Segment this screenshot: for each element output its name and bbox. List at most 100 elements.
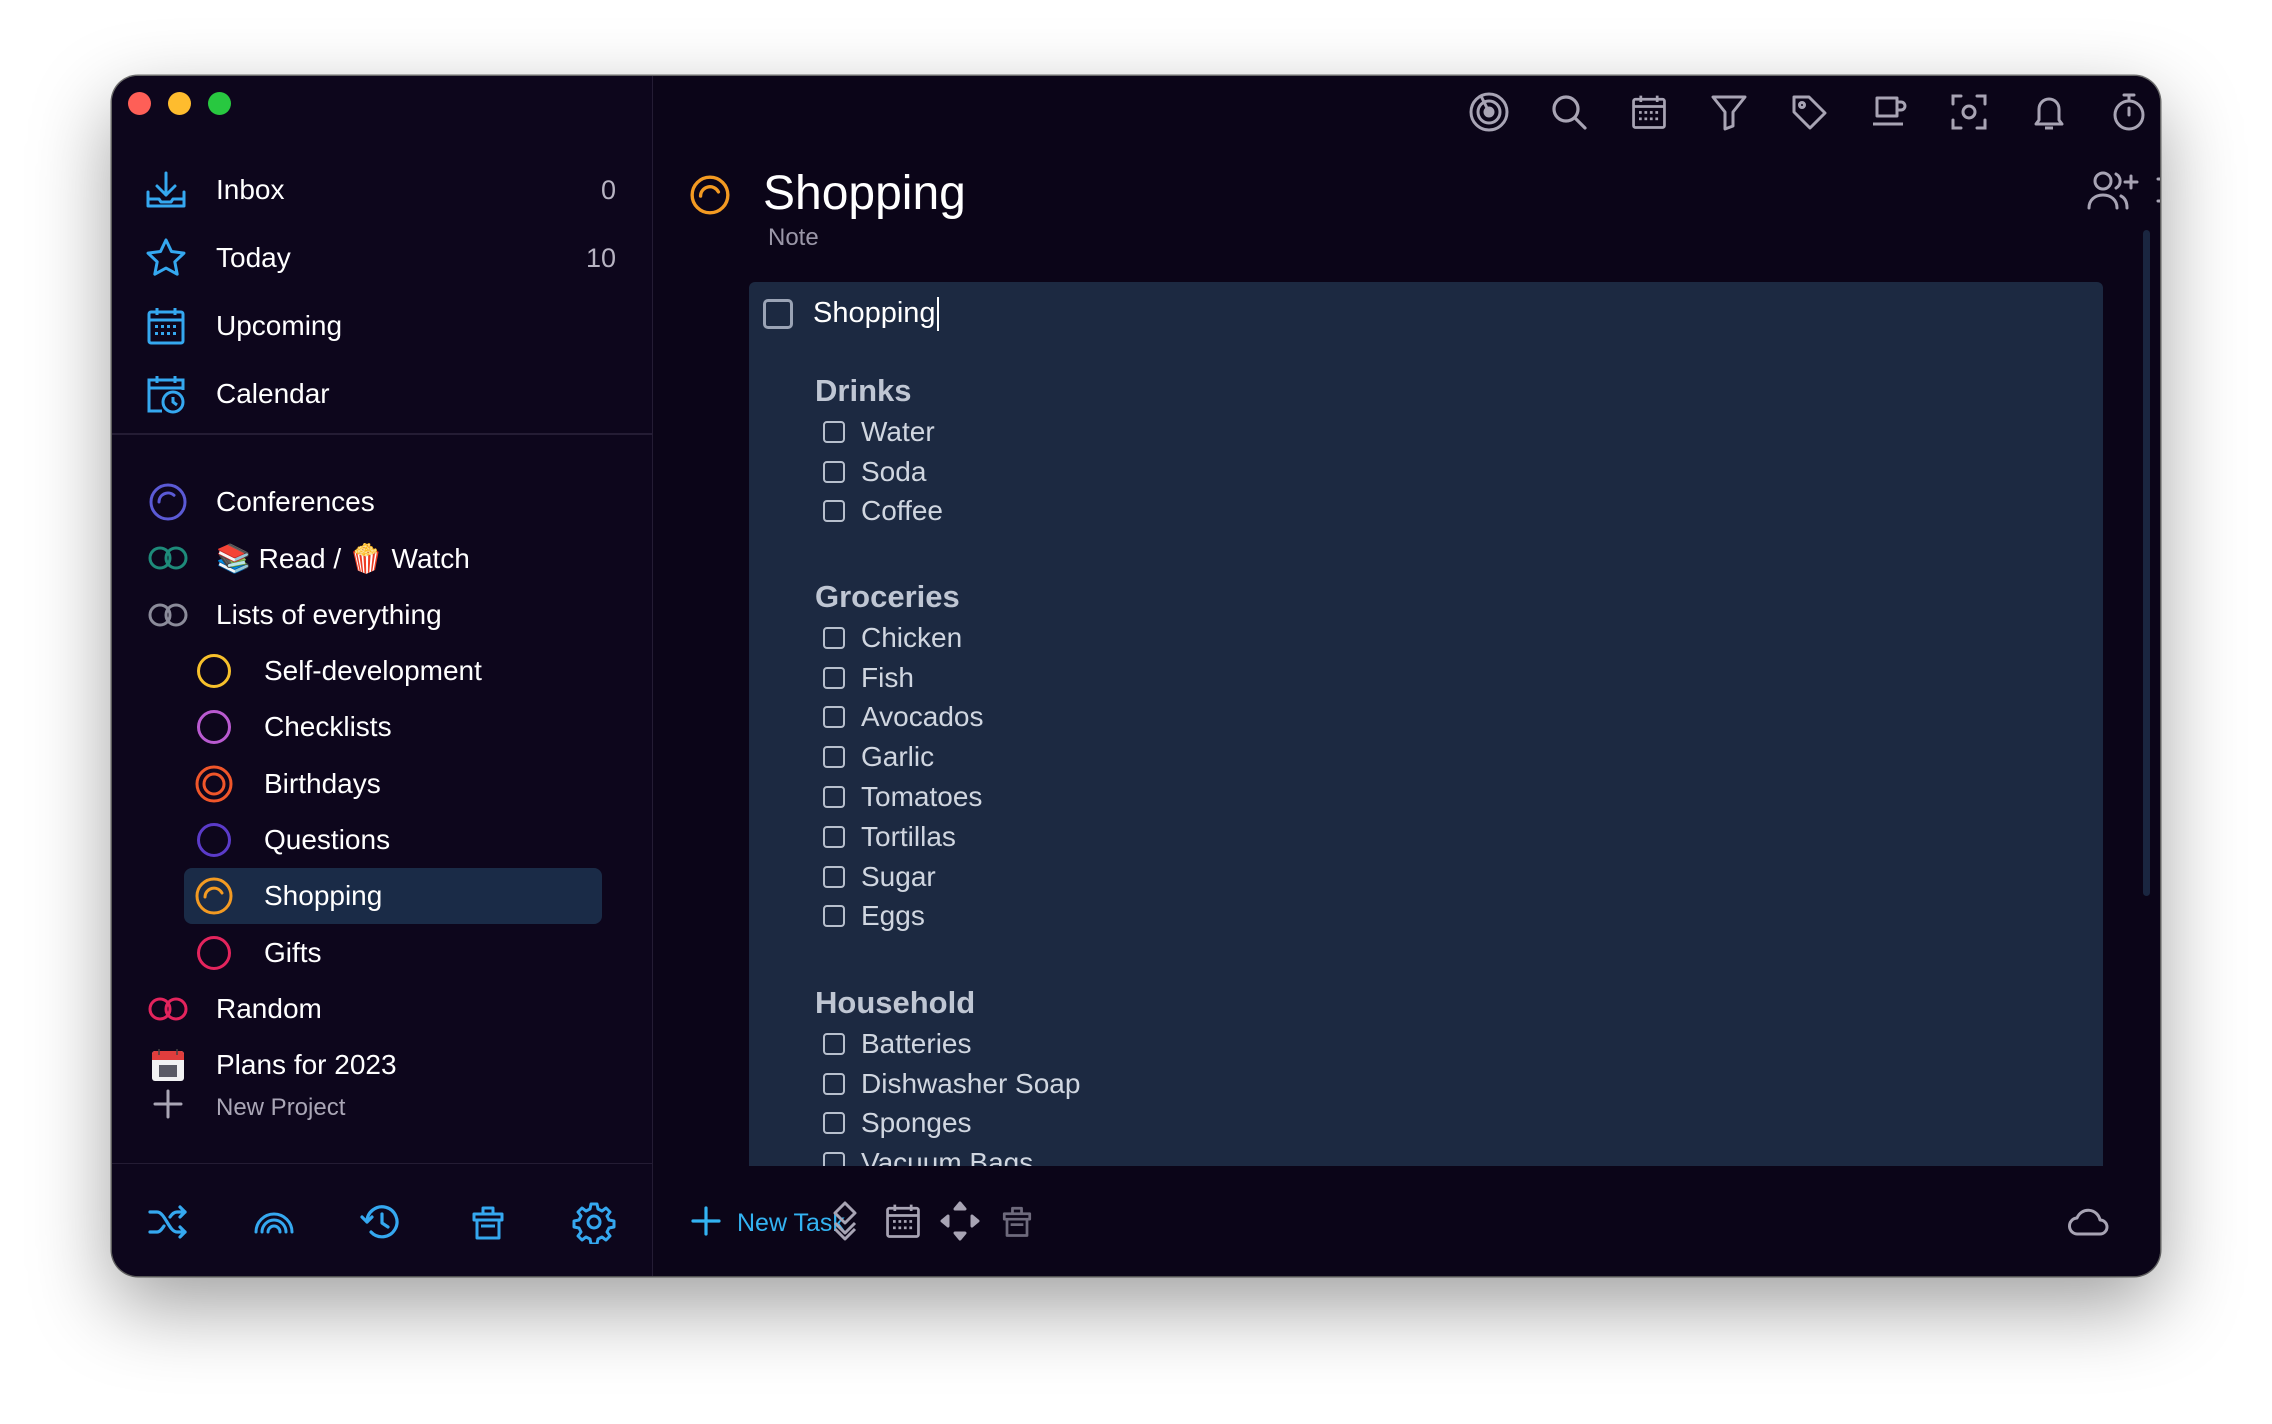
item-checkbox[interactable] — [823, 1072, 845, 1095]
sidebar-item-conferences[interactable]: Conferences — [112, 474, 652, 530]
share-button[interactable] — [2085, 164, 2141, 220]
sidebar-item-label: Random — [216, 992, 322, 1024]
task-checkbox[interactable] — [763, 299, 793, 330]
item-checkbox[interactable] — [823, 865, 845, 888]
sidebar-item-label: Plans for 2023 — [216, 1049, 397, 1081]
item-label: Eggs — [861, 900, 925, 932]
sidebar-item-calendar[interactable]: Calendar — [112, 360, 652, 428]
item-checkbox[interactable] — [823, 905, 845, 928]
close-window-button[interactable] — [128, 92, 151, 115]
plus-icon — [150, 1086, 186, 1127]
scrollbar[interactable] — [2143, 230, 2150, 896]
tags-button[interactable] — [1785, 90, 1833, 138]
checklist-item[interactable]: Batteries — [815, 1024, 1080, 1064]
item-checkbox[interactable] — [823, 500, 845, 523]
checklist-item[interactable]: Sugar — [815, 857, 983, 897]
move-button[interactable] — [936, 1199, 984, 1247]
checklist-item[interactable]: Sponges — [815, 1104, 1080, 1144]
notifications-button[interactable] — [2025, 90, 2073, 138]
task-title[interactable]: Shopping — [813, 297, 939, 332]
trash-button[interactable] — [464, 1200, 512, 1248]
item-checkbox[interactable] — [823, 706, 845, 729]
area-icon — [146, 593, 190, 637]
sidebar-item-today[interactable]: Today 10 — [112, 224, 652, 292]
logbook-button[interactable] — [250, 1200, 298, 1248]
sidebar-item-self-development[interactable]: Self-development — [112, 643, 652, 699]
ring-icon — [192, 931, 236, 975]
page-title[interactable]: Shopping — [763, 166, 966, 221]
sidebar-item-label: Birthdays — [264, 767, 381, 799]
sidebar-item-questions[interactable]: Questions — [112, 812, 652, 868]
item-checkbox[interactable] — [823, 825, 845, 848]
checklist-item[interactable]: Coffee — [815, 492, 943, 532]
project-list: Conferences 📚 Read / 🍿 Watch Lists of ev… — [112, 474, 652, 1093]
checklist-item[interactable]: Soda — [815, 452, 943, 492]
sidebar-divider — [112, 433, 652, 435]
sidebar-item-shopping[interactable]: Shopping — [112, 868, 652, 925]
item-checkbox[interactable] — [823, 1032, 845, 1055]
sidebar-item-read-watch[interactable]: 📚 Read / 🍿 Watch — [112, 530, 652, 586]
focus-mode-button[interactable] — [1945, 90, 1993, 138]
sidebar-item-birthdays[interactable]: Birthdays — [112, 755, 652, 811]
shuffle-button[interactable] — [144, 1200, 192, 1248]
checklist-item[interactable]: Eggs — [815, 897, 983, 937]
ring-icon — [192, 649, 236, 693]
today-count: 10 — [585, 242, 616, 273]
item-label: Chicken — [861, 621, 963, 653]
search-icon — [1549, 92, 1589, 137]
sidebar-item-label: Questions — [264, 823, 391, 855]
calendar-button[interactable] — [1625, 90, 1673, 138]
tag-icon — [1789, 92, 1829, 137]
sidebar-item-label: Self-development — [264, 655, 482, 687]
trash-icon — [997, 1201, 1037, 1246]
progress-ring-icon — [192, 874, 236, 918]
item-checkbox[interactable] — [823, 626, 845, 649]
sidebar-item-random[interactable]: Random — [112, 981, 652, 1037]
main-pane: Shopping Note Shopping Drinks Water Soda… — [653, 76, 2160, 1276]
item-label: Coffee — [861, 495, 943, 527]
timer-button[interactable] — [2105, 90, 2153, 138]
item-label: Batteries — [861, 1027, 972, 1059]
checklist-item[interactable]: Tortillas — [815, 817, 983, 857]
checklist-item[interactable]: Garlic — [815, 737, 983, 777]
search-button[interactable] — [1545, 90, 1593, 138]
settings-button[interactable] — [570, 1200, 618, 1248]
item-checkbox[interactable] — [823, 420, 845, 443]
menu-lines-icon — [2154, 171, 2160, 214]
section-heading: Household — [815, 985, 976, 1020]
zoom-window-button[interactable] — [208, 92, 231, 115]
checklist-item[interactable]: Water — [815, 412, 943, 452]
filter-button[interactable] — [1705, 90, 1753, 138]
break-button[interactable] — [1865, 90, 1913, 138]
minimize-window-button[interactable] — [168, 92, 191, 115]
note-editor[interactable]: Shopping Drinks Water Soda Coffee Grocer… — [749, 282, 2103, 1166]
item-checkbox[interactable] — [823, 746, 845, 769]
new-project-label: New Project — [216, 1094, 346, 1121]
section-heading: Drinks — [815, 373, 912, 408]
checklist-item[interactable]: Tomatoes — [815, 777, 983, 817]
item-checkbox[interactable] — [823, 460, 845, 483]
delete-task-button[interactable] — [993, 1199, 1041, 1247]
item-checkbox[interactable] — [823, 786, 845, 809]
item-checkbox[interactable] — [823, 1112, 845, 1135]
progress-ring-icon — [689, 174, 731, 221]
checklist-item[interactable]: Chicken — [815, 618, 983, 658]
sync-button[interactable] — [2065, 1199, 2113, 1247]
menu-button[interactable] — [2145, 164, 2160, 220]
bell-icon — [2029, 92, 2069, 137]
checklist-item[interactable]: Dishwasher Soap — [815, 1064, 1080, 1104]
sidebar-item-upcoming[interactable]: Upcoming — [112, 292, 652, 360]
new-project-button[interactable]: New Project — [112, 1078, 652, 1138]
priority-button[interactable] — [821, 1199, 869, 1247]
schedule-button[interactable] — [879, 1199, 927, 1247]
focus-button[interactable] — [1465, 90, 1513, 138]
sidebar-item-inbox[interactable]: Inbox 0 — [112, 156, 652, 224]
sidebar-item-checklists[interactable]: Checklists — [112, 699, 652, 755]
sidebar-item-lists-of-everything[interactable]: Lists of everything — [112, 587, 652, 643]
history-button[interactable] — [357, 1200, 405, 1248]
checklist-item[interactable]: Fish — [815, 658, 983, 698]
item-checkbox[interactable] — [823, 666, 845, 689]
project-header: Shopping — [653, 152, 2160, 232]
checklist-item[interactable]: Avocados — [815, 698, 983, 738]
sidebar-item-gifts[interactable]: Gifts — [112, 924, 652, 980]
